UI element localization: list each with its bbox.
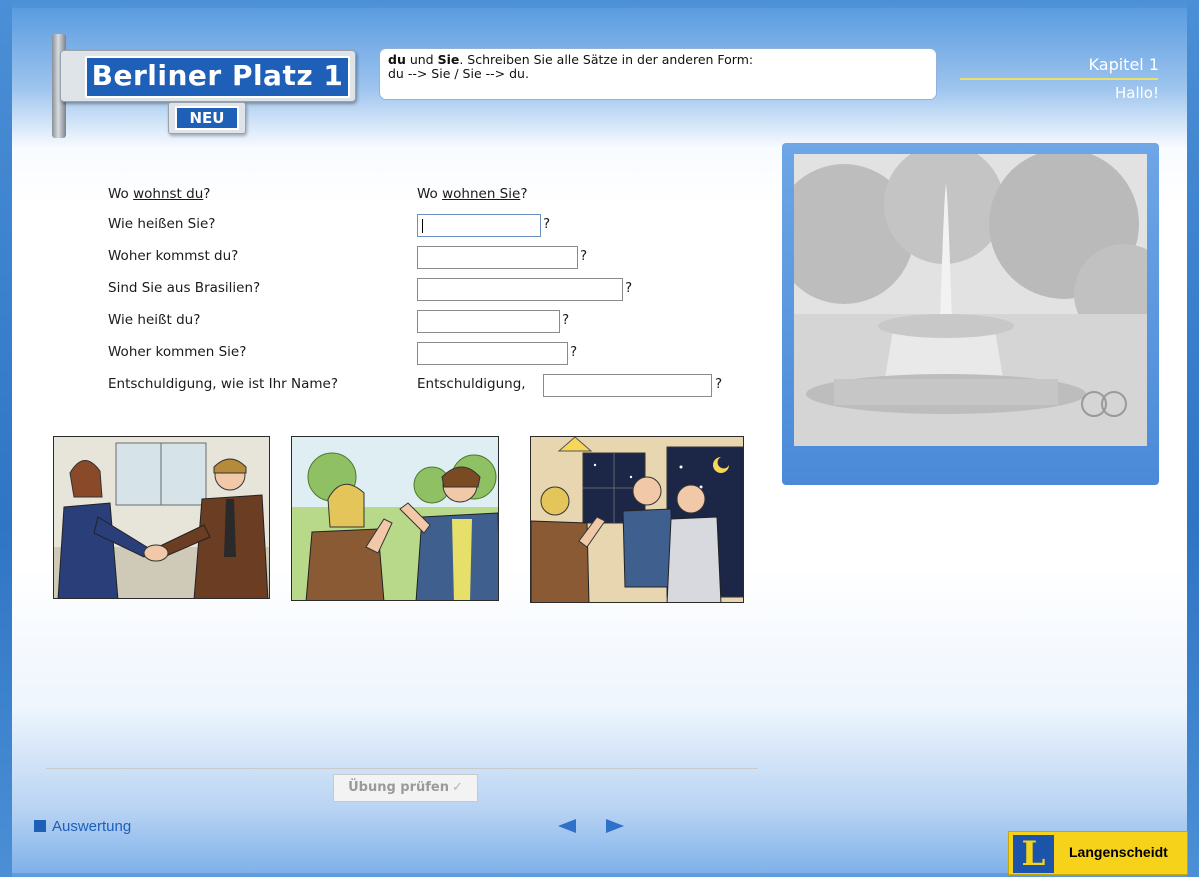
answer-input-5[interactable] — [417, 342, 568, 365]
check-exercise-button[interactable]: Übung prüfen ✓ — [333, 774, 478, 802]
exercise-row: Woher kommst du? ? — [0, 244, 760, 270]
next-page-arrow-icon[interactable] — [606, 819, 624, 833]
exercise-row: Wie heißen Sie? ? — [0, 212, 760, 238]
frame-left-border — [0, 0, 12, 877]
handshake-drawing — [54, 437, 269, 598]
row-question: Sind Sie aus Brasilien? — [108, 280, 261, 296]
instruction-box: du und Sie. Schreiben Sie alle Sätze in … — [379, 48, 937, 100]
chapter-subtitle: Hallo! — [1115, 84, 1159, 102]
question-mark: ? — [715, 376, 723, 392]
exercise-row: Wie heißt du? ? — [0, 308, 760, 334]
row-question: Wie heißt du? — [108, 312, 201, 328]
exercise-row: Sind Sie aus Brasilien? ? — [0, 276, 760, 302]
answer-input-3[interactable] — [417, 278, 623, 301]
night-greeting-drawing — [531, 437, 743, 602]
example-question: Wo wohnst du? — [108, 186, 211, 202]
publisher-logo: L Langenscheidt — [1008, 831, 1188, 875]
logo-badge: NEU — [175, 106, 239, 130]
fountain-image — [794, 154, 1147, 446]
logo-badge-sign: NEU — [168, 102, 246, 134]
exercise-row: Woher kommen Sie? ? — [0, 340, 760, 366]
check-exercise-label: Übung prüfen — [348, 780, 449, 795]
question-mark: ? — [562, 312, 570, 328]
evaluation-link[interactable]: Auswertung — [34, 818, 131, 835]
checkmark-icon: ✓ — [452, 780, 463, 795]
instruction-sie: Sie — [437, 52, 460, 67]
question-mark: ? — [570, 344, 578, 360]
answer-input-2[interactable] — [417, 246, 578, 269]
logo-sign: Berliner Platz 1 — [60, 50, 356, 102]
question-mark: ? — [580, 248, 588, 264]
instruction-line-1: du und Sie. Schreiben Sie alle Sätze in … — [388, 53, 928, 67]
row-question: Woher kommst du? — [108, 248, 239, 264]
evaluation-label: Auswertung — [52, 818, 132, 835]
instruction-text: . Schreiben Sie alle Sätze in der andere… — [459, 52, 754, 67]
instruction-und: und — [405, 52, 438, 67]
answer-input-1[interactable] — [417, 214, 541, 237]
row-question: Woher kommen Sie? — [108, 344, 247, 360]
exercise-row: Entschuldigung, wie ist Ihr Name? Entsch… — [0, 372, 760, 398]
answer-input-4[interactable] — [417, 310, 560, 333]
fountain-photo — [794, 154, 1147, 446]
park-greeting-drawing — [292, 437, 498, 600]
text-caret — [422, 219, 423, 233]
square-bullet-icon — [34, 820, 46, 832]
row-question: Wie heißen Sie? — [108, 216, 216, 232]
question-mark: ? — [625, 280, 633, 296]
instruction-du: du — [388, 52, 406, 67]
illustration-night-greeting — [530, 436, 744, 603]
chapter-divider — [960, 78, 1158, 80]
example-answer: Wo wohnen Sie? — [417, 186, 528, 202]
chapter-title: Kapitel 1 — [1088, 55, 1159, 74]
example-row: Wo wohnst du? Wo wohnen Sie? — [0, 182, 760, 208]
answer-input-6[interactable] — [543, 374, 712, 397]
footer-divider — [46, 768, 758, 769]
illustration-park-greeting — [291, 436, 499, 601]
instruction-line-2: du --> Sie / Sie --> du. — [388, 66, 529, 81]
publisher-logo-mark: L — [1013, 835, 1057, 873]
publisher-name: Langenscheidt — [1069, 844, 1168, 860]
photo-panel — [782, 143, 1159, 485]
logo-title: Berliner Platz 1 — [85, 56, 350, 98]
illustration-handshake — [53, 436, 270, 599]
frame-right-border — [1187, 0, 1199, 877]
question-mark: ? — [543, 216, 551, 232]
row-question: Entschuldigung, wie ist Ihr Name? — [108, 376, 338, 392]
answer-prefix: Entschuldigung, — [417, 376, 526, 392]
previous-page-arrow-icon[interactable] — [558, 819, 576, 833]
